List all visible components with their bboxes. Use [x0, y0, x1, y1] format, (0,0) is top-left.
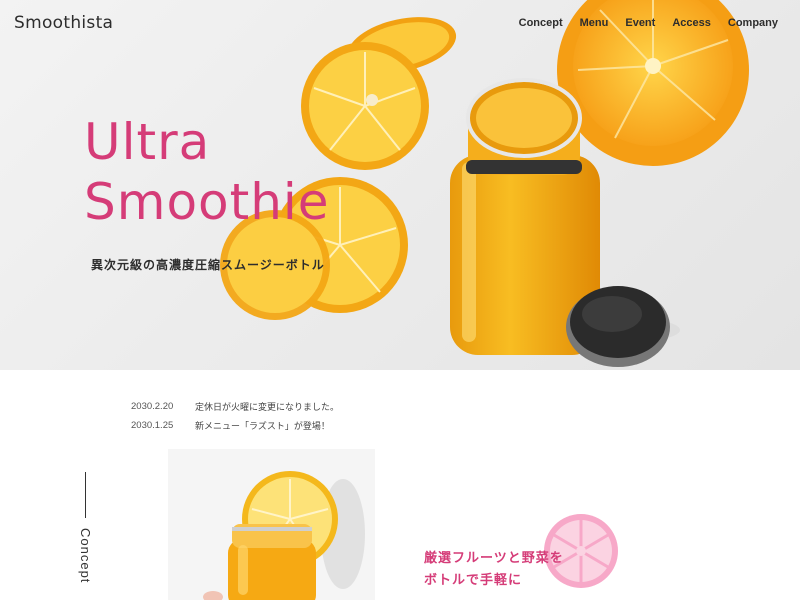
- news-date: 2030.1.25: [131, 420, 174, 431]
- concept-image: [168, 449, 375, 600]
- nav-event[interactable]: Event: [625, 17, 655, 29]
- news-text: 新メニュー「ラズスト」が登場！: [195, 422, 330, 432]
- concept-photo-art: [168, 449, 375, 600]
- news-item[interactable]: 2030.1.25 新メニュー「ラズスト」が登場！: [131, 416, 339, 435]
- nav-concept[interactable]: Concept: [519, 17, 563, 29]
- section-divider: [85, 472, 86, 518]
- logo[interactable]: Smoothista: [14, 13, 113, 33]
- hero: Smoothista Concept Menu Event Access Com…: [0, 0, 800, 370]
- nav-company[interactable]: Company: [728, 17, 778, 29]
- news-list: 2030.2.20 定休日が火曜に変更になりました。 2030.1.25 新メニ…: [131, 397, 339, 435]
- section-label-concept: Concept: [78, 528, 93, 584]
- nav-access[interactable]: Access: [672, 17, 711, 29]
- hero-title: Ultra Smoothie: [84, 112, 330, 232]
- news-text: 定休日が火曜に変更になりました。: [195, 403, 340, 413]
- hero-title-line1: Ultra: [84, 113, 211, 171]
- concept-catchcopy: 厳選フルーツと野菜を ボトルで手軽に: [424, 548, 564, 592]
- hero-subtitle: 異次元級の高濃度圧縮スムージーボトル: [91, 258, 325, 272]
- catchcopy-line2: ボトルで手軽に: [424, 573, 523, 588]
- news-item[interactable]: 2030.2.20 定休日が火曜に変更になりました。: [131, 397, 339, 416]
- juice-bottle-icon: [228, 524, 316, 600]
- hero-title-line2: Smoothie: [84, 173, 330, 231]
- nav-menu[interactable]: Menu: [580, 17, 609, 29]
- news-date: 2030.2.20: [131, 401, 174, 412]
- catchcopy-line1: 厳選フルーツと野菜を: [424, 551, 564, 566]
- main-nav: Concept Menu Event Access Company: [519, 17, 778, 29]
